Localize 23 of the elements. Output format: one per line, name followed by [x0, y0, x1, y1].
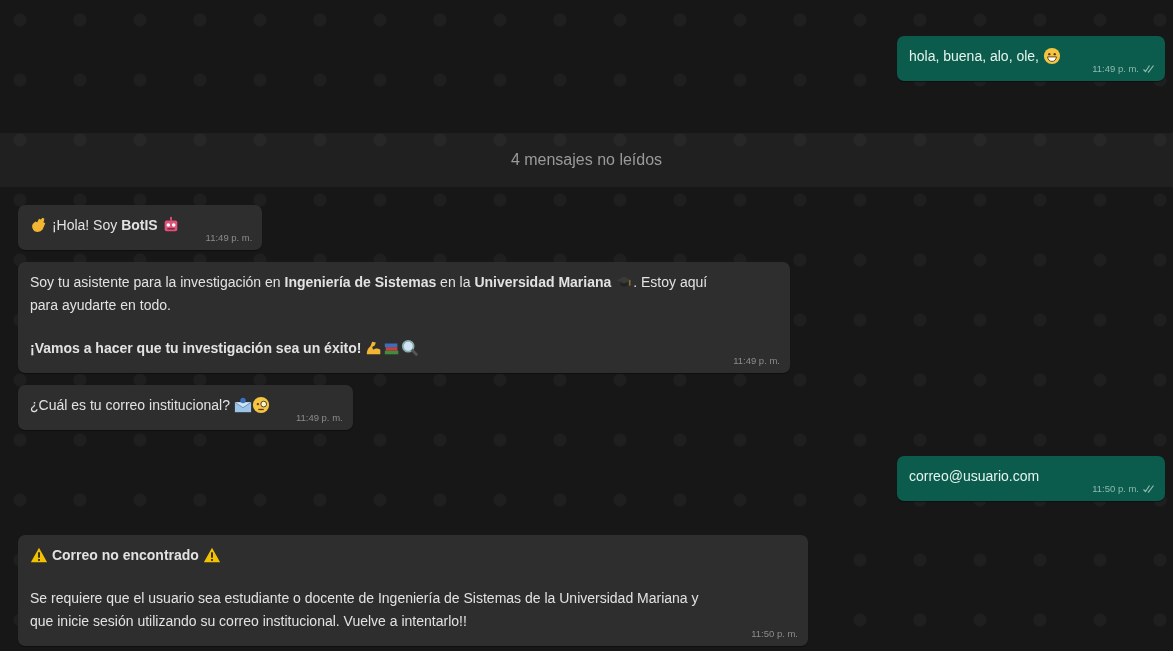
message-text: . Estoy aquí: [633, 274, 708, 290]
message-time: 11:50 p. m.: [1092, 483, 1139, 494]
warning-icon: [30, 546, 48, 564]
message-time: 11:49 p. m.: [205, 232, 253, 243]
message-text: ¡Hola! Soy BotIS: [50, 217, 159, 233]
message-text: para ayudarte en todo.: [30, 297, 171, 313]
message-text: ¿Cuál es tu correo institucional?: [30, 397, 231, 413]
magnifier-icon: [401, 339, 420, 357]
unread-label: 4 mensajes no leídos: [510, 151, 663, 169]
warning-icon: [202, 546, 221, 564]
message-text: Se requiere que el usuario sea estudiante o docente de Ingeniería de Sistemas de la Universidad Mariana y que inicie sesión utilizando su correo institucional. Vuelve a intentarlo!!: [30, 590, 700, 629]
message-text: correo@usuario.com: [909, 468, 1040, 484]
grinning-face-icon: [1042, 47, 1061, 65]
message-text: Soy tu asistente para la investigación en Ingeniería de Sistemas en la Universidad Mariana: [30, 274, 613, 290]
message-time: 11:49 p. m.: [295, 412, 343, 423]
message-text: Correo no encontrado: [50, 547, 200, 563]
envelope-icon: [233, 396, 252, 414]
message-text: hola, buena, alo, ole,: [909, 48, 1040, 64]
message-time: 11:49 p. m.: [733, 355, 780, 366]
message-time: 11:50 p. m.: [751, 628, 798, 639]
message-text: ¡Vamos a hacer que tu investigación sea un éxito!: [30, 340, 363, 356]
message-time: 11:49 p. m.: [1092, 63, 1139, 74]
monocle-face-icon: [251, 396, 270, 414]
